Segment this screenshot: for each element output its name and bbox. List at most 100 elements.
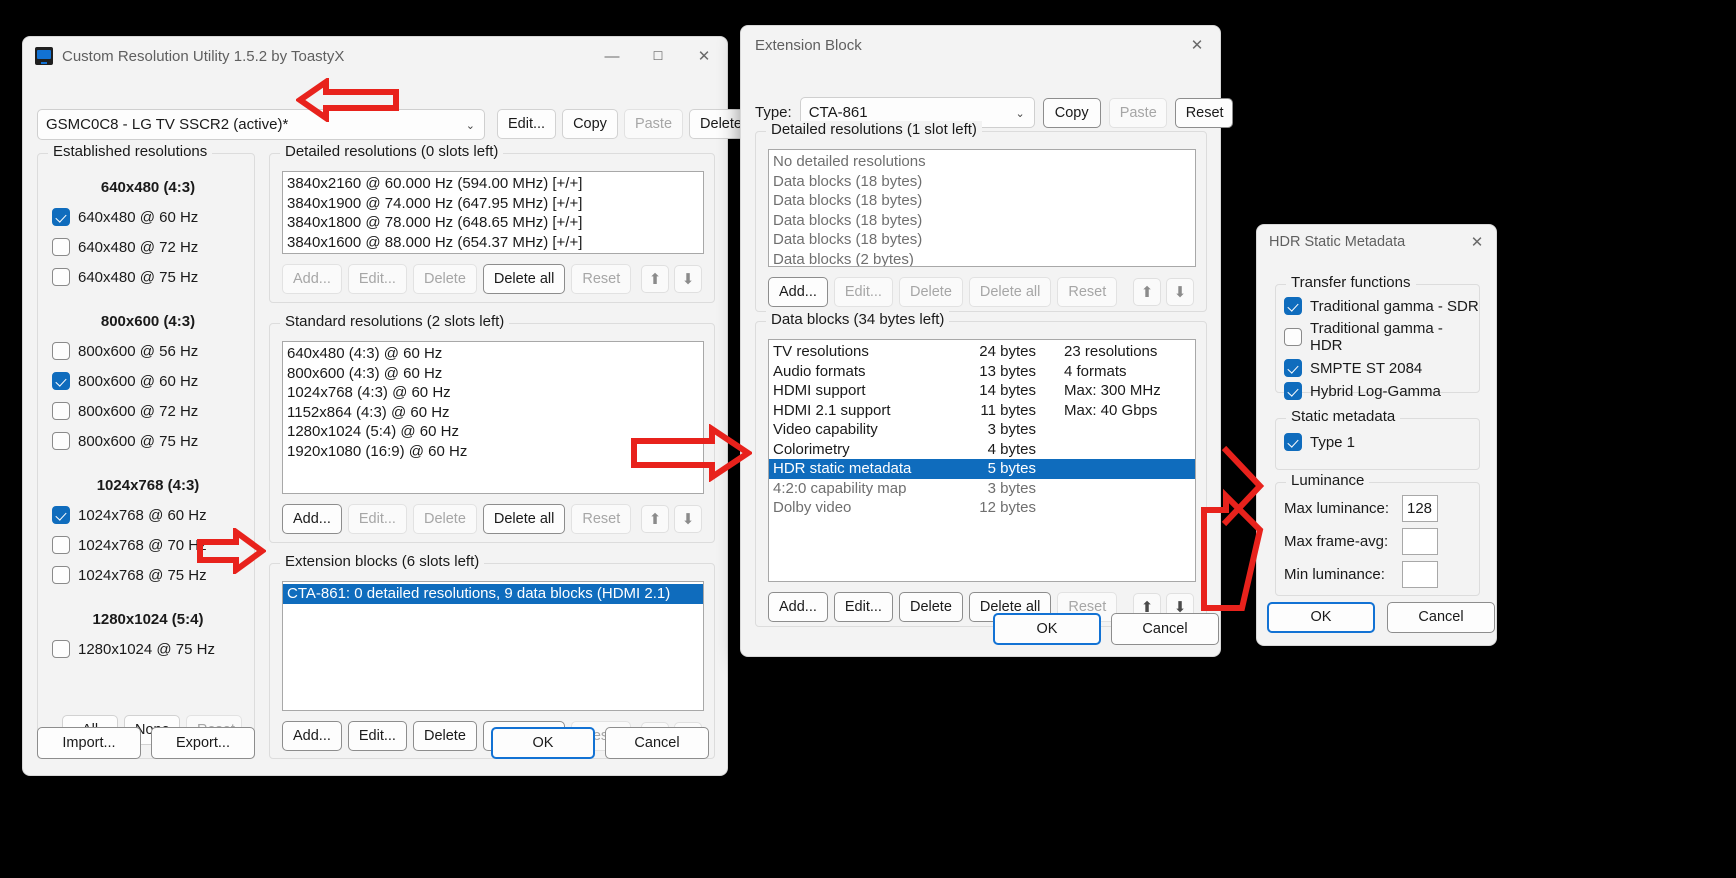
ok-button[interactable]: OK xyxy=(993,613,1101,645)
table-row[interactable]: HDMI support 14 bytes Max: 300 MHz xyxy=(769,381,1195,401)
add-data-block-button[interactable]: Add... xyxy=(768,592,828,622)
cancel-button[interactable]: Cancel xyxy=(605,727,709,759)
delete-all-detailed-button[interactable]: Delete all xyxy=(482,264,566,294)
checkbox-icon[interactable] xyxy=(52,268,70,286)
add-extension-button[interactable]: Add... xyxy=(282,721,342,751)
checkbox-row[interactable]: 800x600 @ 60 Hz xyxy=(52,372,244,390)
checkbox-icon[interactable] xyxy=(52,342,70,360)
max-luminance-input[interactable]: 128 xyxy=(1402,495,1438,522)
ok-button[interactable]: OK xyxy=(1267,602,1375,633)
extension-blocks-list[interactable]: CTA-861: 0 detailed resolutions, 9 data … xyxy=(282,581,704,711)
checkbox-row[interactable]: 800x600 @ 56 Hz xyxy=(52,342,244,360)
move-up-icon[interactable]: ⬆ xyxy=(641,505,669,533)
move-down-icon[interactable]: ⬇ xyxy=(1166,278,1194,306)
checkbox-icon[interactable] xyxy=(52,566,70,584)
table-row[interactable]: Video capability 3 bytes xyxy=(769,420,1195,440)
list-item[interactable]: 1024x768 (4:3) @ 60 Hz xyxy=(283,383,703,403)
edit-edid-button[interactable]: Edit... xyxy=(497,109,557,139)
cancel-button[interactable]: Cancel xyxy=(1111,613,1219,645)
move-up-icon[interactable]: ⬆ xyxy=(1133,278,1161,306)
import-button[interactable]: Import... xyxy=(37,727,141,759)
block-size: 5 bytes xyxy=(987,460,1036,477)
data-blocks-group: Data blocks (34 bytes left) TV resolutio… xyxy=(755,311,1207,627)
table-row[interactable]: 4:2:0 capability map 3 bytes xyxy=(769,479,1195,499)
checkbox-icon[interactable] xyxy=(52,506,70,524)
checkbox-icon[interactable] xyxy=(1284,433,1302,451)
edit-extension-button[interactable]: Edit... xyxy=(347,721,407,751)
checkbox-row[interactable]: 640x480 @ 75 Hz xyxy=(52,268,244,286)
list-item[interactable]: No detailed resolutions xyxy=(769,152,1195,172)
max-frame-avg-input[interactable] xyxy=(1402,528,1438,555)
checkbox-row[interactable]: SMPTE ST 2084 xyxy=(1284,359,1479,377)
add-standard-button[interactable]: Add... xyxy=(282,504,342,534)
list-item[interactable]: Data blocks (2 bytes) xyxy=(769,250,1195,267)
list-item[interactable]: 800x600 (4:3) @ 60 Hz xyxy=(283,364,703,384)
checkbox-row[interactable]: 800x600 @ 75 Hz xyxy=(52,432,244,450)
checkbox-icon[interactable] xyxy=(52,640,70,658)
copy-edid-button[interactable]: Copy xyxy=(562,109,618,139)
checkbox-icon[interactable] xyxy=(52,536,70,554)
checkbox-icon[interactable] xyxy=(52,208,70,226)
checkbox-icon[interactable] xyxy=(1284,359,1302,377)
delete-all-standard-button[interactable]: Delete all xyxy=(482,504,566,534)
table-row[interactable]: HDMI 2.1 support 11 bytes Max: 40 Gbps xyxy=(769,401,1195,421)
data-blocks-list[interactable]: TV resolutions 24 bytes 23 resolutions A… xyxy=(768,339,1196,582)
cancel-button[interactable]: Cancel xyxy=(1387,602,1495,633)
list-item[interactable]: 3840x1900 @ 74.000 Hz (647.95 MHz) [+/+] xyxy=(283,194,703,214)
checkbox-row[interactable]: 640x480 @ 72 Hz xyxy=(52,238,244,256)
table-row[interactable]: Dolby video 12 bytes xyxy=(769,498,1195,518)
checkbox-row[interactable]: Traditional gamma - HDR xyxy=(1284,320,1479,354)
block-name: Dolby video xyxy=(773,499,852,516)
table-row-selected[interactable]: HDR static metadata 5 bytes xyxy=(769,459,1195,479)
minimize-button[interactable]: — xyxy=(589,37,635,75)
list-item[interactable]: Data blocks (18 bytes) xyxy=(769,172,1195,192)
list-item[interactable]: 1152x864 (4:3) @ 60 Hz xyxy=(283,403,703,423)
list-item[interactable]: 640x480 (4:3) @ 60 Hz xyxy=(283,344,703,364)
checkbox-row[interactable]: 640x480 @ 60 Hz xyxy=(52,208,244,226)
detailed-resolutions-list[interactable]: 3840x2160 @ 60.000 Hz (594.00 MHz) [+/+]… xyxy=(282,171,704,254)
checkbox-icon[interactable] xyxy=(1284,328,1302,346)
add-ext-detailed-button[interactable]: Add... xyxy=(768,277,828,307)
move-up-icon[interactable]: ⬆ xyxy=(641,265,669,293)
detailed-legend: Detailed resolutions (0 slots left) xyxy=(280,143,504,160)
list-item[interactable]: Data blocks (18 bytes) xyxy=(769,230,1195,250)
checkbox-icon[interactable] xyxy=(52,238,70,256)
checkbox-row[interactable]: 800x600 @ 72 Hz xyxy=(52,402,244,420)
checkbox-row[interactable]: Type 1 xyxy=(1284,433,1355,451)
list-item[interactable]: 3840x1800 @ 78.000 Hz (648.65 MHz) [+/+] xyxy=(283,213,703,233)
min-luminance-input[interactable] xyxy=(1402,561,1438,588)
close-icon[interactable]: ✕ xyxy=(1458,225,1496,259)
ok-button[interactable]: OK xyxy=(491,727,595,759)
checkbox-row[interactable]: 1024x768 @ 60 Hz xyxy=(52,506,244,524)
delete-extension-button[interactable]: Delete xyxy=(412,721,477,751)
list-item[interactable]: Data blocks (18 bytes) xyxy=(769,191,1195,211)
move-down-icon[interactable]: ⬇ xyxy=(674,505,702,533)
list-item[interactable]: Data blocks (18 bytes) xyxy=(769,211,1195,231)
copy-block-button[interactable]: Copy xyxy=(1042,97,1101,128)
close-icon[interactable]: ✕ xyxy=(1174,26,1220,64)
ext-detailed-resolutions-list[interactable]: No detailed resolutions Data blocks (18 … xyxy=(768,149,1196,267)
export-button[interactable]: Export... xyxy=(151,727,255,759)
checkbox-icon[interactable] xyxy=(52,372,70,390)
maximize-button[interactable]: ☐ xyxy=(635,37,681,75)
checkbox-icon[interactable] xyxy=(1284,297,1302,315)
table-row[interactable]: Colorimetry 4 bytes xyxy=(769,440,1195,460)
table-row[interactable]: TV resolutions 24 bytes 23 resolutions xyxy=(769,342,1195,362)
checkbox-icon[interactable] xyxy=(1284,382,1302,400)
list-item[interactable]: 3840x1600 @ 88.000 Hz (654.37 MHz) [+/+] xyxy=(283,233,703,253)
block-name: TV resolutions xyxy=(773,343,869,360)
display-select[interactable]: GSMC0C8 - LG TV SSCR2 (active)* ⌄ xyxy=(37,109,485,140)
edit-data-block-button[interactable]: Edit... xyxy=(833,592,893,622)
delete-data-block-button[interactable]: Delete xyxy=(898,592,963,622)
reset-block-button[interactable]: Reset xyxy=(1174,97,1233,128)
checkbox-row[interactable]: Hybrid Log-Gamma xyxy=(1284,382,1479,400)
list-item[interactable]: 3840x2160 @ 60.000 Hz (594.00 MHz) [+/+] xyxy=(283,174,703,194)
checkbox-row[interactable]: 1280x1024 @ 75 Hz xyxy=(52,640,244,658)
checkbox-icon[interactable] xyxy=(52,402,70,420)
checkbox-icon[interactable] xyxy=(52,432,70,450)
checkbox-row[interactable]: Traditional gamma - SDR xyxy=(1284,297,1479,315)
move-down-icon[interactable]: ⬇ xyxy=(674,265,702,293)
table-row[interactable]: Audio formats 13 bytes 4 formats xyxy=(769,362,1195,382)
list-item-selected[interactable]: CTA-861: 0 detailed resolutions, 9 data … xyxy=(283,584,703,604)
close-icon[interactable]: ✕ xyxy=(681,37,727,75)
